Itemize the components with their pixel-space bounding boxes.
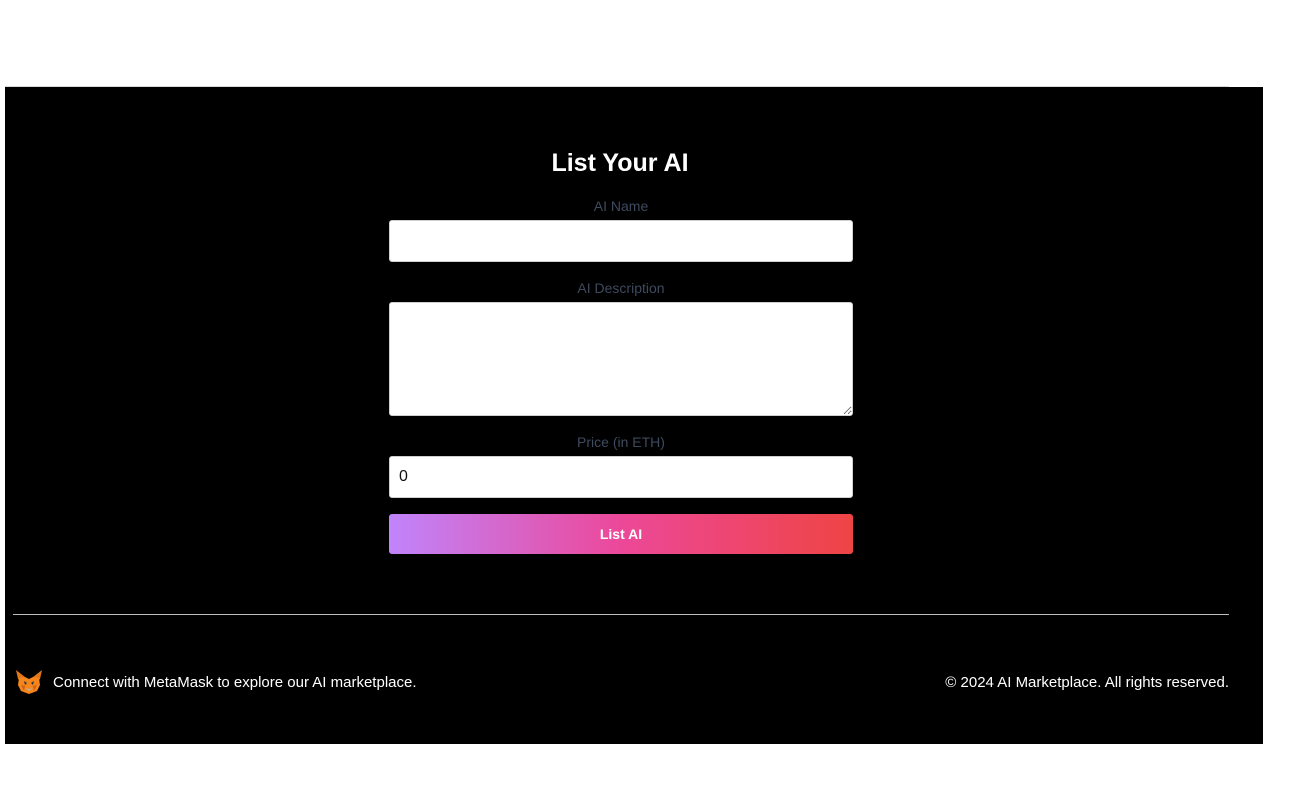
copyright-text: © 2024 AI Marketplace. All rights reserv… <box>945 674 1229 691</box>
ai-description-textarea[interactable] <box>389 302 853 416</box>
connect-text: Connect with MetaMask to explore our AI … <box>53 673 417 691</box>
footer-connect: Connect with MetaMask to explore our AI … <box>15 669 417 695</box>
ai-name-label: AI Name <box>593 198 649 214</box>
price-input[interactable] <box>389 456 853 498</box>
ai-name-input[interactable] <box>389 220 853 262</box>
price-label: Price (in ETH) <box>577 434 665 450</box>
main-panel: List Your AI AI Name AI Description Pric… <box>5 87 1263 744</box>
page-title: List Your AI <box>551 149 689 177</box>
ai-description-label: AI Description <box>577 280 665 296</box>
footer-divider <box>13 614 1229 615</box>
list-ai-button[interactable]: List AI <box>389 514 853 554</box>
metamask-fox-icon <box>15 669 43 695</box>
